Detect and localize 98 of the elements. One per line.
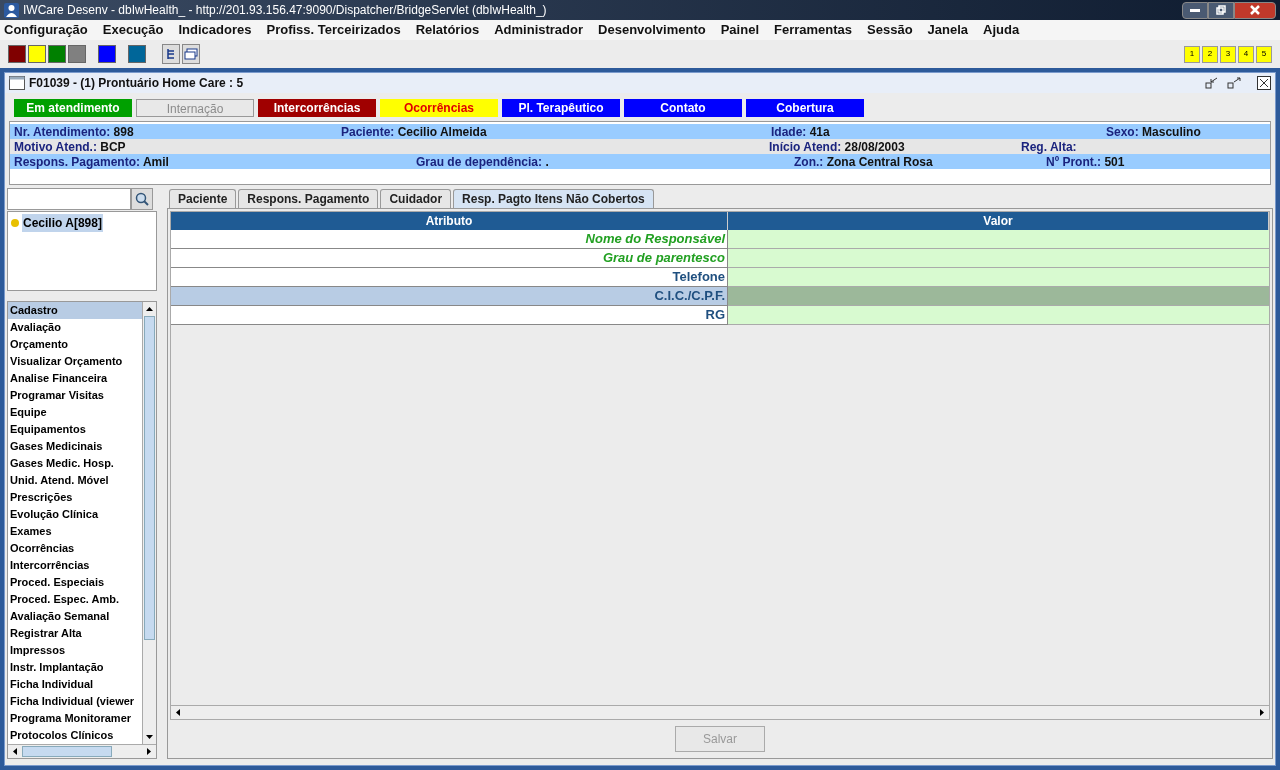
list-item[interactable]: Instr. Implantação	[8, 659, 142, 676]
page-button[interactable]: 4	[1238, 45, 1254, 63]
window-title: IWCare Desenv - dbIwHealth_ - http://201.93.156.47:9090/Dispatcher/BridgeServlet (dbIwHealth_)	[23, 2, 548, 19]
color-swatch-button[interactable]	[98, 45, 116, 63]
color-swatch-button[interactable]	[28, 45, 46, 63]
status-button[interactable]: Pl. Terapêutico	[502, 99, 620, 117]
page-button[interactable]: 3	[1220, 45, 1236, 63]
close-button[interactable]	[1234, 1, 1276, 19]
app-icon	[4, 2, 19, 18]
menu-item[interactable]: Indicadores	[178, 20, 252, 40]
list-item[interactable]: Unid. Atend. Móvel	[8, 472, 142, 489]
search-button[interactable]	[131, 188, 153, 210]
value-cell[interactable]	[728, 287, 1269, 306]
menu-item[interactable]: Ajuda	[983, 20, 1020, 40]
close-icon	[1250, 5, 1260, 15]
list-item[interactable]: Programa Monitoramer	[8, 710, 142, 727]
page-button[interactable]: 1	[1184, 45, 1200, 63]
list-item[interactable]: Impressos	[8, 642, 142, 659]
list-item[interactable]: Ficha Individual	[8, 676, 142, 693]
minimize-icon	[1190, 8, 1200, 12]
column-header: Atributo	[171, 212, 728, 230]
list-item[interactable]: Intercorrências	[8, 557, 142, 574]
list-item[interactable]: Visualizar Orçamento	[8, 353, 142, 370]
list-item[interactable]: Proced. Especiais	[8, 574, 142, 591]
list-item[interactable]: Orçamento	[8, 336, 142, 353]
status-button[interactable]: Intercorrências	[258, 99, 376, 117]
status-button[interactable]: Cobertura	[746, 99, 864, 117]
tab[interactable]: Resp. Pagto Itens Não Cobertos	[453, 189, 654, 208]
status-button[interactable]: Ocorrências	[380, 99, 498, 117]
info-field: Paciente: Cecilio Almeida	[341, 122, 487, 141]
list-item[interactable]: Evolução Clínica	[8, 506, 142, 523]
tab[interactable]: Cuidador	[380, 189, 452, 208]
windows-icon	[184, 48, 198, 60]
menu-item[interactable]: Relatórios	[415, 20, 480, 40]
list-item[interactable]: Proced. Espec. Amb.	[8, 591, 142, 608]
list-item[interactable]: Gases Medic. Hosp.	[8, 455, 142, 472]
color-swatch-button[interactable]	[8, 45, 26, 63]
list-item[interactable]: Avaliação Semanal	[8, 608, 142, 625]
vertical-scrollbar[interactable]	[142, 302, 156, 744]
list-item[interactable]: Equipamentos	[8, 421, 142, 438]
patient-node-icon	[10, 218, 20, 228]
frame-title: F01039 - (1) Prontuário Home Care : 5	[29, 75, 244, 92]
column-header: Valor	[728, 212, 1269, 230]
list-item[interactable]: Analise Financeira	[8, 370, 142, 387]
horizontal-scrollbar[interactable]	[8, 744, 156, 758]
menu-item[interactable]: Execução	[102, 20, 164, 40]
menu-item[interactable]: Configuração	[4, 20, 88, 40]
color-swatch-button[interactable]	[48, 45, 66, 63]
search-icon	[135, 192, 149, 206]
tree-item[interactable]: Cecilio A[898]	[22, 214, 103, 232]
maximize-frame-icon[interactable]	[1227, 77, 1241, 89]
list-item[interactable]: Equipe	[8, 404, 142, 421]
info-field: Sexo: Masculino	[1106, 122, 1201, 141]
list-item[interactable]: Registrar Alta	[8, 625, 142, 642]
tab[interactable]: Paciente	[169, 189, 237, 208]
menu-item[interactable]: Profiss. Terceirizados	[266, 20, 401, 40]
menu-item[interactable]: Sessão	[867, 20, 913, 40]
list-item[interactable]: Cadastro	[8, 302, 142, 319]
list-item[interactable]: Avaliação	[8, 319, 142, 336]
value-cell[interactable]	[728, 230, 1269, 249]
horizontal-scrollbar[interactable]	[171, 705, 1269, 719]
search-field[interactable]	[7, 188, 131, 210]
menu-item[interactable]: Administrador	[494, 20, 584, 40]
table-cell: C.I.C./C.P.F.	[171, 287, 728, 306]
list-item[interactable]: Ocorrências	[8, 540, 142, 557]
frame-icon	[9, 76, 25, 90]
list-item[interactable]: Exames	[8, 523, 142, 540]
value-cell[interactable]	[728, 268, 1269, 287]
menu-item[interactable]: Painel	[720, 20, 759, 40]
windows-button[interactable]	[182, 44, 200, 64]
list-item[interactable]: Protocolos Clínicos	[8, 727, 142, 744]
info-field: Grau de dependência: .	[416, 152, 549, 171]
restore-button[interactable]	[1208, 1, 1234, 19]
list-item[interactable]: Prescrições	[8, 489, 142, 506]
value-cell[interactable]	[728, 249, 1269, 268]
restore-icon	[1216, 5, 1226, 15]
table-cell: RG	[171, 306, 728, 325]
page-button[interactable]: 5	[1256, 45, 1272, 63]
color-swatch-button[interactable]	[68, 45, 86, 63]
tree-icon	[166, 48, 176, 60]
minimize-button[interactable]	[1182, 1, 1208, 19]
close-icon[interactable]	[1257, 76, 1271, 90]
tree-view-button[interactable]	[162, 44, 180, 64]
list-item[interactable]: Ficha Individual (viewer	[8, 693, 142, 710]
color-swatch-button[interactable]	[128, 45, 146, 63]
table-cell: Grau de parentesco	[171, 249, 728, 268]
table-cell: Telefone	[171, 268, 728, 287]
table-cell: Nome do Responsável	[171, 230, 728, 249]
menu-item[interactable]: Desenvolvimento	[598, 20, 706, 40]
page-button[interactable]: 2	[1202, 45, 1218, 63]
menu-item[interactable]: Ferramentas	[774, 20, 853, 40]
list-item[interactable]: Programar Visitas	[8, 387, 142, 404]
list-item[interactable]: Gases Medicinais	[8, 438, 142, 455]
tab[interactable]: Respons. Pagamento	[238, 189, 379, 208]
menu-item[interactable]: Janela	[927, 20, 969, 40]
status-button[interactable]: Contato	[624, 99, 742, 117]
value-cell[interactable]	[728, 306, 1269, 325]
minimize-frame-icon[interactable]	[1205, 77, 1219, 89]
